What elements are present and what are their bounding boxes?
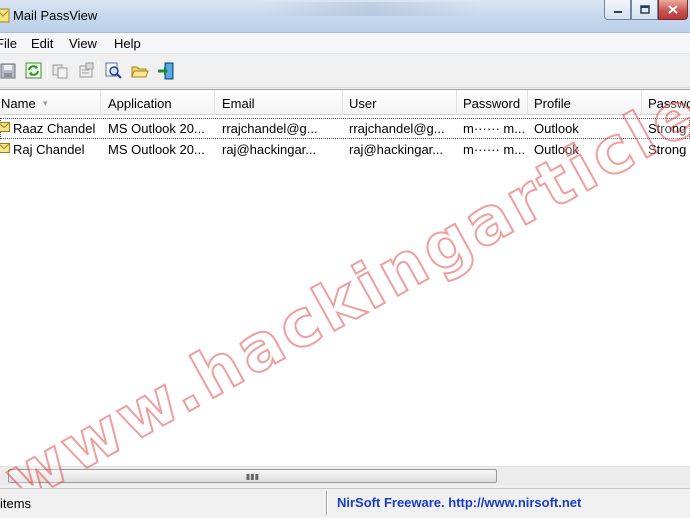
window-controls	[604, 0, 688, 21]
copy-icon	[52, 64, 68, 78]
save-icon	[0, 63, 15, 78]
column-header-label: Password	[463, 96, 521, 111]
window-title: Mail PassView	[13, 8, 98, 23]
nirsoft-link[interactable]: NirSoft Freeware. http://www.nirsoft.net	[337, 495, 581, 510]
column-header-profile[interactable]: Profile	[528, 90, 642, 115]
cell-password-strength: Strong	[648, 121, 687, 136]
app-envelope-icon	[0, 8, 10, 23]
menu-view[interactable]: View	[69, 36, 97, 51]
save-button[interactable]	[0, 60, 18, 81]
cell-profile: Outlook	[534, 121, 579, 136]
status-item-count: items	[0, 496, 32, 511]
column-header-application[interactable]: Application	[102, 90, 215, 115]
cell-user: rrajchandel@g...	[349, 121, 445, 136]
accounts-list[interactable]: Name ▾ Application Email User Password P…	[0, 89, 690, 485]
exit-icon	[157, 62, 173, 79]
menu-edit[interactable]: Edit	[31, 36, 53, 51]
column-header-password-strength[interactable]: Passwo	[642, 90, 690, 115]
mail-account-icon	[0, 143, 10, 153]
cell-password: m······ m...	[463, 121, 525, 136]
cell-email: raj@hackingar...	[222, 142, 317, 157]
minimize-icon	[613, 10, 622, 13]
column-header-email[interactable]: Email	[216, 90, 343, 115]
column-header-label: Profile	[534, 96, 571, 111]
properties-button[interactable]	[76, 60, 97, 81]
maximize-icon	[639, 5, 650, 14]
cell-email: rrajchandel@g...	[222, 121, 318, 136]
column-header-user[interactable]: User	[343, 90, 457, 115]
horizontal-scrollbar[interactable]: ▮▮▮	[0, 466, 690, 485]
open-folder-icon	[130, 66, 149, 77]
column-header-label: Email	[222, 96, 255, 111]
close-button[interactable]	[658, 0, 688, 20]
cell-password: m······ m...	[463, 142, 525, 157]
minimize-button[interactable]	[604, 0, 631, 20]
cell-user: raj@hackingar...	[349, 142, 444, 157]
menu-bar: File Edit View Help	[0, 33, 690, 54]
refresh-icon	[25, 62, 42, 79]
column-header-label: Name	[1, 96, 36, 111]
column-header-label: Application	[108, 96, 172, 111]
cell-application: MS Outlook 20...	[108, 121, 205, 136]
list-header: Name ▾ Application Email User Password P…	[0, 90, 690, 115]
column-header-password[interactable]: Password	[457, 90, 528, 115]
toolbar-separator	[98, 61, 99, 80]
sort-ascending-icon: ▾	[43, 98, 48, 108]
title-bar[interactable]: Mail PassView	[0, 0, 690, 33]
column-header-label: Passwo	[648, 96, 690, 111]
toolbar	[0, 55, 690, 88]
status-divider	[326, 491, 328, 515]
cell-profile: Outlook	[534, 142, 579, 157]
cell-password-strength: Strong	[648, 142, 687, 157]
open-folder-button[interactable]	[129, 60, 150, 81]
close-icon	[668, 5, 678, 14]
exit-button[interactable]	[155, 60, 176, 81]
cell-application: MS Outlook 20...	[108, 142, 205, 157]
menu-file[interactable]: File	[0, 36, 17, 51]
scrollbar-thumb[interactable]: ▮▮▮	[8, 469, 497, 483]
find-button[interactable]	[103, 60, 124, 81]
column-header-name[interactable]: Name ▾	[0, 90, 101, 115]
mail-account-icon	[0, 122, 10, 132]
maximize-button[interactable]	[631, 0, 658, 20]
properties-icon	[79, 62, 94, 78]
cell-name: Raaz Chandel	[13, 121, 96, 136]
find-icon	[105, 62, 122, 79]
table-row[interactable]: Raaz Chandel MS Outlook 20... rrajchande…	[0, 118, 690, 139]
column-header-label: User	[349, 96, 377, 111]
toolbar-separator	[47, 61, 48, 80]
blurred-background	[260, 2, 480, 16]
menu-help[interactable]: Help	[114, 36, 141, 51]
refresh-button[interactable]	[23, 60, 44, 81]
grip-icon: ▮▮▮	[245, 471, 260, 481]
table-row[interactable]: Raj Chandel MS Outlook 20... raj@hacking…	[0, 139, 690, 160]
status-bar: items NirSoft Freeware. http://www.nirso…	[0, 488, 690, 518]
cell-name: Raj Chandel	[13, 142, 85, 157]
copy-button[interactable]	[50, 60, 71, 81]
